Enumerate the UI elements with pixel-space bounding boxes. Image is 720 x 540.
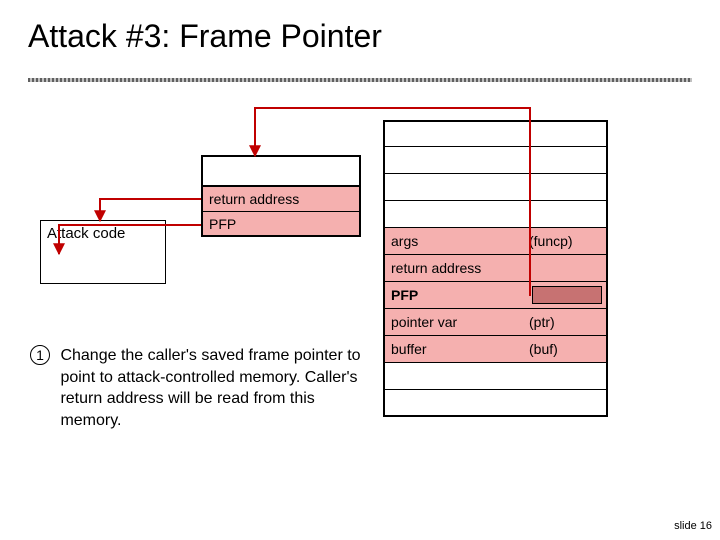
stack-row-args: args (funcp)	[383, 228, 608, 255]
stack-row-pfp: PFP	[383, 282, 608, 309]
stack-cell-annot	[525, 286, 606, 304]
stack-row-blank	[383, 120, 608, 147]
stack-row-blank	[383, 201, 608, 228]
attack-code-label: Attack code	[47, 225, 125, 242]
explanation-text: 1 Change the caller's saved frame pointe…	[30, 345, 375, 431]
stack-cell-label: args	[385, 233, 525, 249]
fake-frame-pfp: PFP	[201, 211, 361, 237]
title-underline	[28, 78, 692, 82]
page-title: Attack #3: Frame Pointer	[28, 18, 382, 55]
fake-frame-box: return address PFP	[201, 155, 361, 237]
slide-number: slide 16	[674, 520, 712, 532]
fake-frame-return-address: return address	[201, 185, 361, 211]
stack-row-return-address: return address	[383, 255, 608, 282]
stack-cell-label: return address	[385, 260, 525, 276]
pfp-corrupted-icon	[532, 286, 602, 304]
stack-cell-annot: (ptr)	[525, 314, 606, 330]
stack-cell-annot: (buf)	[525, 341, 606, 357]
stack-row-blank	[383, 363, 608, 390]
stack-row-blank	[383, 390, 608, 417]
fake-frame-blank	[201, 155, 361, 185]
explanation-body: Change the caller's saved frame pointer …	[60, 345, 370, 431]
attack-code-box: Attack code	[40, 220, 166, 284]
stack-row-blank	[383, 147, 608, 174]
stack-cell-label: pointer var	[385, 314, 525, 330]
stack-row-buf: buffer (buf)	[383, 336, 608, 363]
stack-row-blank	[383, 174, 608, 201]
stack-cell-annot: (funcp)	[525, 233, 606, 249]
stack-cell-label: PFP	[385, 287, 525, 303]
stack-row-ptr: pointer var (ptr)	[383, 309, 608, 336]
stack-diagram: args (funcp) return address PFP pointer …	[383, 120, 608, 417]
arrow-fake-ret-to-attack	[100, 199, 201, 221]
step-number-icon: 1	[30, 345, 50, 365]
stack-cell-label: buffer	[385, 341, 525, 357]
